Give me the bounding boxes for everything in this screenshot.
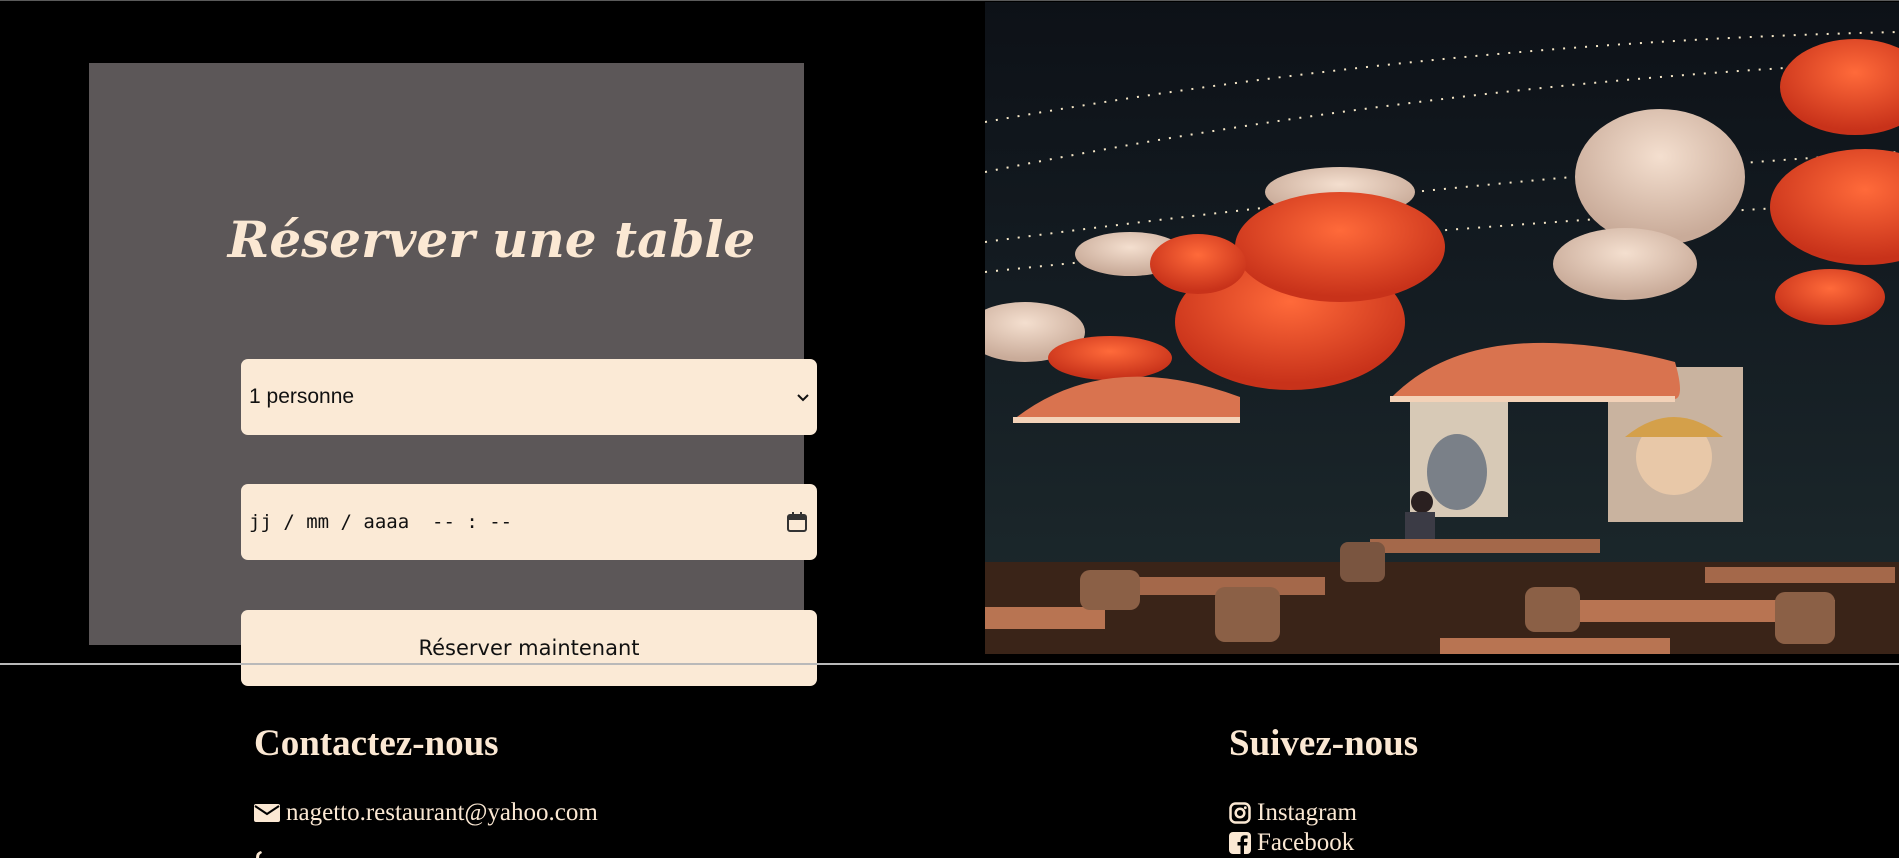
datetime-value: jj / mm / aaaa -- : -- xyxy=(249,511,513,533)
email-contact[interactable]: nagetto.restaurant@yahoo.com xyxy=(254,798,598,828)
reservation-title: Réserver une table xyxy=(227,210,756,269)
restaurant-photo xyxy=(985,2,1899,654)
top-border xyxy=(0,0,1899,1)
reservation-card: Réserver une table 1 personne jj / mm / … xyxy=(89,63,817,686)
datetime-input[interactable]: jj / mm / aaaa -- : -- xyxy=(241,484,817,560)
facebook-link[interactable]: Facebook xyxy=(1229,828,1354,858)
facebook-label: Facebook xyxy=(1257,829,1355,856)
instagram-icon xyxy=(1229,802,1251,824)
phone-icon xyxy=(256,851,262,858)
party-size-select[interactable]: 1 personne xyxy=(241,359,817,435)
facebook-icon xyxy=(1229,832,1251,854)
restaurant-lanterns-photo xyxy=(985,2,1899,654)
email-text: nagetto.restaurant@yahoo.com xyxy=(286,799,598,826)
follow-heading: Suivez-nous xyxy=(1229,723,1419,764)
reserve-now-button[interactable]: Réserver maintenant xyxy=(241,610,817,686)
calendar-icon[interactable] xyxy=(785,510,809,534)
instagram-label: Instagram xyxy=(1257,799,1357,826)
footer-divider xyxy=(0,663,1899,665)
contact-heading: Contactez-nous xyxy=(254,723,499,764)
envelope-icon xyxy=(254,804,280,822)
party-size-value: 1 personne xyxy=(249,385,355,408)
chevron-down-icon xyxy=(797,394,809,402)
instagram-link[interactable]: Instagram xyxy=(1229,798,1357,828)
